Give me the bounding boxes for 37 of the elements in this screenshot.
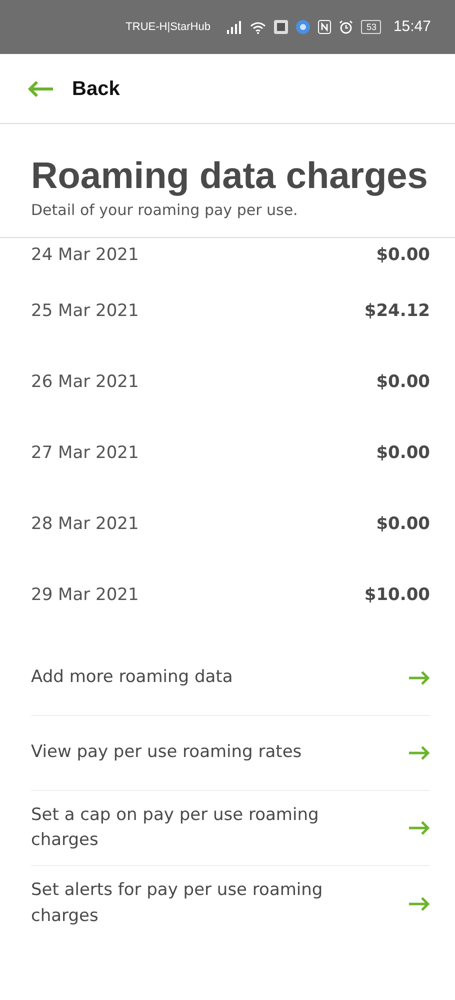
- wifi-icon: [250, 20, 266, 34]
- link-label: View pay per use roaming rates: [31, 741, 302, 764]
- charge-amount: $24.12: [364, 300, 430, 323]
- link-row[interactable]: Set alerts for pay per use roaming charges: [31, 866, 430, 942]
- link-label: Set a cap on pay per use roaming charges: [31, 804, 320, 852]
- nfc-icon: [318, 20, 332, 34]
- arrow-right-icon: [408, 896, 430, 911]
- battery-indicator: 53: [361, 20, 382, 34]
- charge-date: 29 Mar 2021: [31, 584, 139, 607]
- link-row[interactable]: View pay per use roaming rates: [31, 716, 430, 792]
- carrier-name: TRUE-H|StarHub: [126, 20, 210, 35]
- page-title: Roaming data charges: [31, 156, 429, 197]
- page-subtitle: Detail of your roaming pay per use.: [31, 200, 299, 221]
- link-row[interactable]: Add more roaming data: [31, 641, 430, 716]
- arrow-left-icon: [27, 80, 54, 98]
- charge-amount: $0.00: [376, 512, 430, 536]
- clock: 15:47: [393, 16, 431, 37]
- link-row[interactable]: Set a cap on pay per use roaming charges: [31, 791, 430, 866]
- arrow-right-icon: [408, 746, 430, 760]
- charge-amount: $0.00: [376, 370, 430, 394]
- charge-amount: $0.00: [376, 244, 430, 268]
- charge-date: 25 Mar 2021: [31, 300, 139, 323]
- charge-date: 26 Mar 2021: [31, 370, 139, 394]
- link-label: Add more roaming data: [31, 666, 233, 690]
- charge-amount: $10.00: [364, 584, 430, 607]
- alarm-icon: [339, 20, 354, 34]
- arrow-right-icon: [408, 671, 430, 686]
- charge-amount: $0.00: [376, 442, 430, 465]
- globe-icon: [296, 20, 310, 34]
- charge-date: 24 Mar 2021: [31, 244, 139, 268]
- link-label: Set alerts for pay per use roaming charges: [31, 879, 324, 928]
- app-icon: [274, 20, 288, 34]
- charge-date: 27 Mar 2021: [31, 442, 139, 465]
- back-button[interactable]: Back: [27, 74, 120, 104]
- arrow-right-icon: [408, 821, 430, 836]
- charge-date: 28 Mar 2021: [31, 512, 139, 536]
- signal-icon: [226, 20, 242, 34]
